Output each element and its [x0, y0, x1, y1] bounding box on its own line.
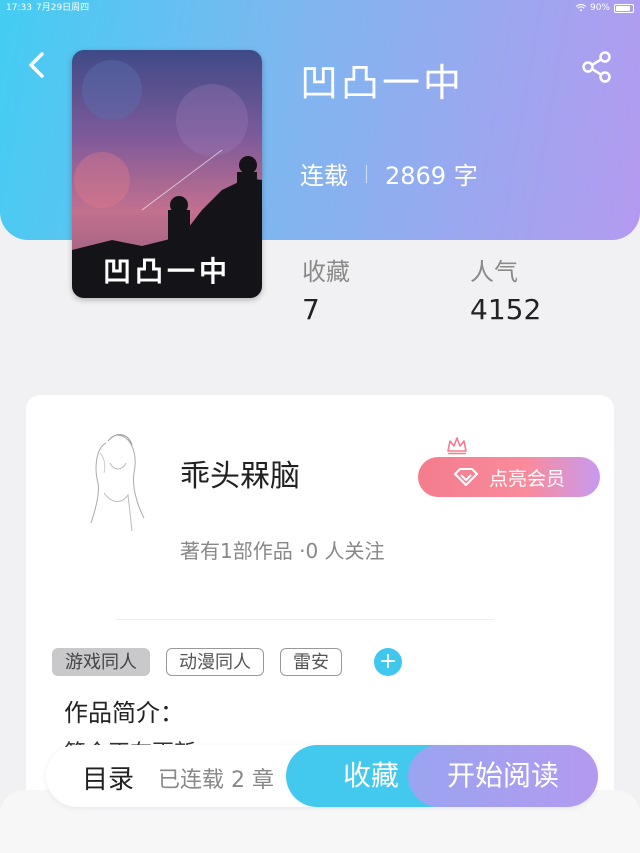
- favorites-label: 收藏: [302, 258, 350, 286]
- status-date: 7月29日周四: [36, 3, 90, 13]
- author-name[interactable]: 乖头槑脑: [180, 451, 300, 495]
- favorites-value: 7: [302, 293, 320, 326]
- tag-item[interactable]: 游戏同人: [52, 648, 150, 676]
- favorites-stat: 收藏 7: [302, 252, 350, 326]
- back-arrow-icon[interactable]: [22, 50, 52, 80]
- wifi-icon: [575, 4, 586, 12]
- popularity-label: 人气: [470, 258, 518, 286]
- tag-item[interactable]: 雷安: [280, 648, 342, 676]
- status-bar: 17:33 7月29日周四 90%: [0, 0, 640, 16]
- bottom-action-bar: 目录 已连载 2 章 收藏 开始阅读: [46, 745, 598, 807]
- vip-button[interactable]: 点亮会员: [418, 457, 600, 497]
- book-title: 凹凸一中: [300, 61, 465, 105]
- status-right: 90%: [575, 0, 634, 16]
- author-avatar[interactable]: [66, 423, 166, 533]
- book-cover[interactable]: 凹凸一中: [72, 50, 262, 298]
- card-divider: [116, 619, 494, 620]
- tag-list: 游戏同人 动漫同人 雷安 +: [52, 648, 402, 676]
- word-count: 2869 字: [385, 162, 478, 190]
- battery-fill: [616, 5, 630, 11]
- crown-icon: [447, 437, 467, 455]
- diamond-icon: [453, 468, 478, 486]
- popularity-stat: 人气 4152: [470, 252, 541, 326]
- toc-button[interactable]: 目录: [82, 759, 134, 796]
- intro-title: 作品简介：: [64, 699, 184, 727]
- share-icon[interactable]: [580, 50, 614, 84]
- battery-percent: 90%: [589, 3, 610, 13]
- book-status: 连载: [300, 162, 348, 190]
- vip-label: 点亮会员: [488, 467, 565, 490]
- book-meta: 连载 2869 字: [300, 156, 478, 191]
- popularity-value: 4152: [470, 293, 542, 326]
- meta-divider: [366, 164, 367, 183]
- serial-info: 已连载 2 章: [158, 768, 274, 793]
- start-reading-button[interactable]: 开始阅读: [408, 745, 598, 807]
- tag-item[interactable]: 动漫同人: [166, 648, 264, 676]
- author-summary: 著有1部作品 ·0 人关注: [180, 539, 385, 563]
- battery-icon: [614, 3, 634, 13]
- cover-title: 凹凸一中: [102, 255, 231, 288]
- add-tag-icon[interactable]: +: [374, 648, 402, 676]
- status-time: 17:33: [6, 3, 32, 13]
